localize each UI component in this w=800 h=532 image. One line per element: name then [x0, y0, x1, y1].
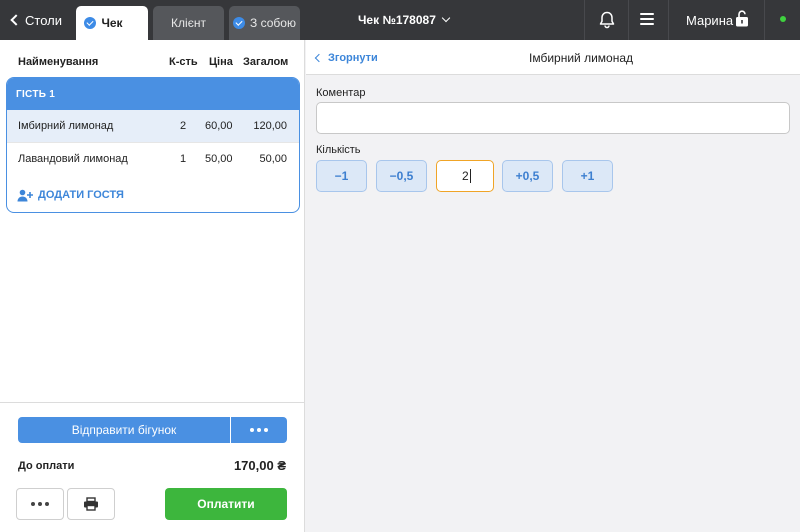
tab-client[interactable]: Клієнт [153, 6, 224, 40]
pay-button[interactable]: Оплатити [165, 488, 287, 520]
print-button[interactable] [67, 488, 115, 520]
back-to-tables-button[interactable]: Столи [8, 0, 62, 40]
back-label: Столи [25, 12, 62, 28]
table-row[interactable]: Лавандовий лимонад 1 50,00 50,00 [7, 142, 299, 174]
quantity-label: Кількість [316, 144, 361, 156]
detail-header: Згорнути Імбирний лимонад [306, 40, 800, 75]
tab-check[interactable]: Чек [76, 6, 148, 40]
chevron-left-icon [314, 53, 324, 62]
total-value: 170,00 ₴ [233, 458, 286, 473]
item-total: 50,00 [259, 153, 287, 165]
divider [668, 0, 669, 40]
more-actions-button[interactable] [16, 488, 64, 520]
quantity-value: 2 [462, 169, 469, 183]
quantity-minus-half-button[interactable]: −0,5 [376, 160, 427, 192]
unlock-icon[interactable] [735, 10, 749, 27]
column-total: Загалом [243, 56, 289, 68]
column-price: Ціна [209, 56, 233, 68]
comment-label: Коментар [316, 87, 366, 99]
user-name[interactable]: Марина [686, 0, 733, 40]
add-user-icon [17, 189, 33, 201]
table-row[interactable]: Імбирний лимонад 2 60,00 120,00 [7, 110, 299, 142]
guest-header[interactable]: ГІСТЬ 1 [7, 78, 299, 110]
online-status-icon [780, 16, 786, 22]
item-name: Лавандовий лимонад [18, 153, 128, 165]
quantity-plus-1-button[interactable]: +1 [562, 160, 613, 192]
quantity-minus-1-button[interactable]: −1 [316, 160, 367, 192]
item-qty: 1 [180, 153, 187, 165]
divider [0, 402, 305, 403]
column-name: Найменування [18, 56, 99, 68]
divider [764, 0, 765, 40]
tab-takeaway-label: З собою [250, 16, 296, 30]
item-title: Імбирний лимонад [529, 50, 633, 65]
column-qty: К-сть [169, 56, 198, 68]
collapse-label: Згорнути [328, 51, 378, 64]
add-guest-label: ДОДАТИ ГОСТЯ [38, 189, 124, 201]
check-icon [233, 17, 246, 29]
item-name: Імбирний лимонад [18, 120, 114, 132]
tab-takeaway[interactable]: З собою [229, 6, 300, 40]
comment-input[interactable] [316, 102, 790, 134]
item-price: 60,00 [205, 120, 233, 132]
more-icon [31, 502, 35, 506]
tab-check-label: Чек [101, 16, 123, 30]
top-bar: Столи Чек Клієнт З собою Чек №178087 Мар… [0, 0, 800, 40]
check-icon [84, 17, 96, 29]
more-icon [250, 428, 254, 432]
order-title: Чек №178087 [358, 13, 436, 27]
bell-icon[interactable] [597, 10, 617, 30]
text-caret [469, 169, 471, 183]
hamburger-menu-icon[interactable] [640, 13, 654, 25]
divider [628, 0, 629, 40]
order-table-header: Найменування К-сть Ціна Загалом [0, 40, 305, 80]
tab-client-label: Клієнт [171, 16, 206, 30]
quantity-plus-half-button[interactable]: +0,5 [502, 160, 553, 192]
order-selector[interactable]: Чек №178087 [358, 0, 451, 40]
item-qty: 2 [180, 120, 187, 132]
chevron-down-icon [441, 13, 451, 23]
divider [584, 0, 585, 40]
send-options-button[interactable] [231, 417, 287, 443]
add-guest-button[interactable]: ДОДАТИ ГОСТЯ [17, 188, 124, 202]
item-price: 50,00 [205, 153, 233, 165]
item-detail-panel: Згорнути Імбирний лимонад Коментар Кільк… [306, 40, 800, 532]
item-total: 120,00 [253, 120, 287, 132]
chevron-left-icon [10, 14, 22, 26]
order-panel: Найменування К-сть Ціна Загалом ГІСТЬ 1 … [0, 40, 305, 532]
quantity-input[interactable]: 2 [436, 160, 494, 192]
send-ticket-button[interactable]: Відправити бігунок [18, 417, 230, 443]
total-label: До оплати [18, 460, 75, 472]
collapse-button[interactable]: Згорнути [314, 40, 378, 75]
printer-icon [84, 497, 98, 511]
